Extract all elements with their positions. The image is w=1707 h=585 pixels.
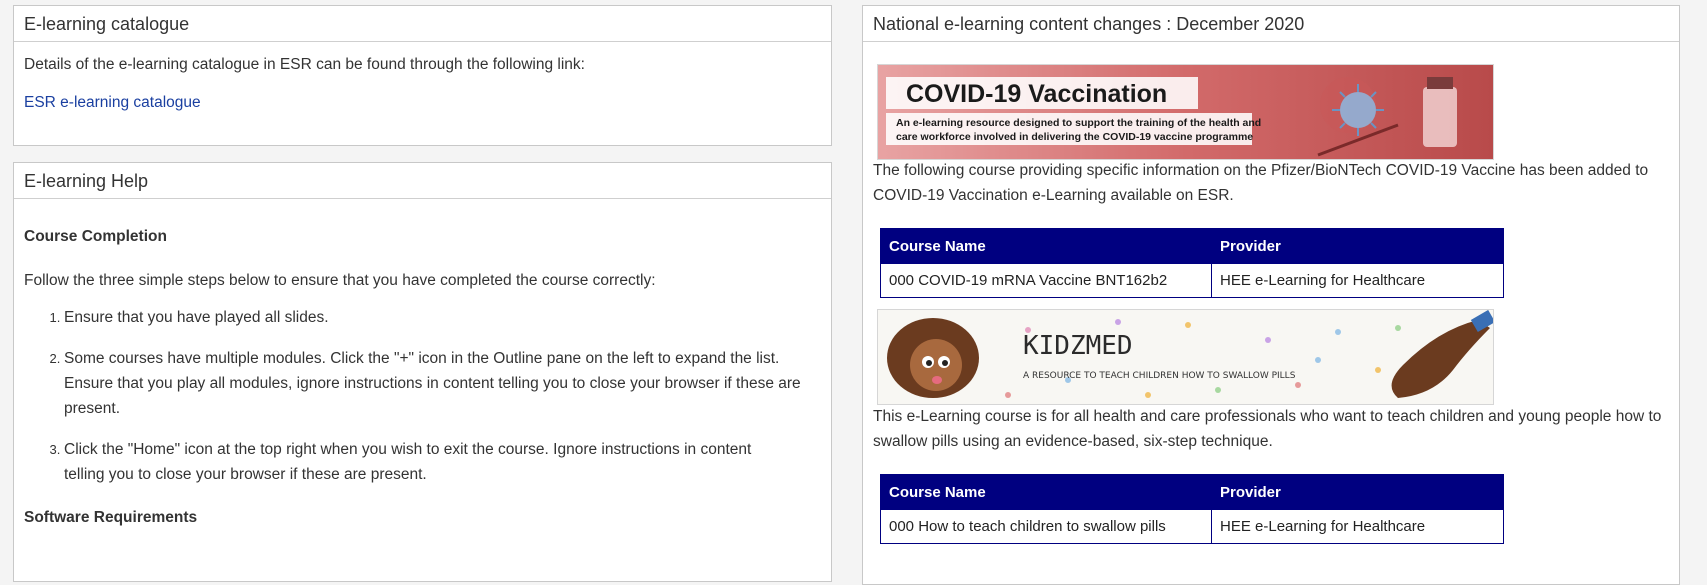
provider-cell: HEE e-Learning for Healthcare [1211, 263, 1504, 298]
course-name-header: Course Name [880, 474, 1212, 510]
software-requirements-heading: Software Requirements [24, 509, 198, 526]
esr-catalogue-link[interactable]: ESR e-learning catalogue [24, 94, 201, 111]
course-name-cell: 000 How to teach children to swallow pil… [880, 509, 1212, 544]
content-changes-panel: National e-learning content changes : De… [862, 5, 1680, 585]
catalogue-panel: E-learning catalogue Details of the e-le… [13, 5, 832, 146]
course-name-cell: 000 COVID-19 mRNA Vaccine BNT162b2 [880, 263, 1212, 298]
covid-course-paragraph: The following course providing specific … [873, 162, 1649, 204]
help-panel: E-learning Help Course Completion Follow… [13, 162, 832, 582]
kidzmed-banner-heading: KIDZMED [1023, 331, 1133, 361]
child-character-icon [887, 318, 979, 398]
catalogue-description: Details of the e-learning catalogue in E… [24, 56, 585, 73]
covid-banner-heading: COVID-19 Vaccination [906, 80, 1167, 108]
kidzmed-course-table: Course Name Provider 000 How to teach ch… [880, 474, 1504, 544]
table-header-row: Course Name Provider [880, 228, 1504, 264]
covid-banner-subtitle-2: care workforce involved in delivering th… [896, 131, 1253, 143]
kidzmed-banner-graphic: KIDZMED A RESOURCE TO TEACH CHILDREN HOW… [878, 310, 1493, 404]
covid-vaccination-banner: COVID-19 Vaccination An e-learning resou… [877, 64, 1494, 160]
provider-cell: HEE e-Learning for Healthcare [1211, 509, 1504, 544]
kidzmed-banner: KIDZMED A RESOURCE TO TEACH CHILDREN HOW… [877, 309, 1494, 405]
covid-banner-subtitle-1: An e-learning resource designed to suppo… [896, 117, 1261, 129]
covid-course-table: Course Name Provider 000 COVID-19 mRNA V… [880, 228, 1504, 298]
step-item: Some courses have multiple modules. Clic… [64, 346, 821, 421]
catalogue-title: E-learning catalogue [14, 6, 831, 42]
step-item: Click the "Home" icon at the top right w… [64, 437, 821, 487]
provider-header: Provider [1211, 228, 1504, 264]
step-item: Ensure that you have played all slides. [64, 305, 821, 330]
table-row: 000 COVID-19 mRNA Vaccine BNT162b2 HEE e… [880, 263, 1504, 298]
kidzmed-banner-subtitle: A RESOURCE TO TEACH CHILDREN HOW TO SWAL… [1023, 371, 1296, 381]
help-title: E-learning Help [14, 163, 831, 199]
kidzmed-course-paragraph: This e-Learning course is for all health… [873, 408, 1662, 450]
course-name-header: Course Name [880, 228, 1212, 264]
course-completion-heading: Course Completion [24, 228, 167, 245]
provider-header: Provider [1211, 474, 1504, 510]
completion-intro: Follow the three simple steps below to e… [24, 272, 656, 289]
completion-steps: Ensure that you have played all slides. … [24, 305, 821, 487]
table-row: 000 How to teach children to swallow pil… [880, 509, 1504, 544]
changes-title: National e-learning content changes : De… [863, 6, 1679, 42]
table-header-row: Course Name Provider [880, 474, 1504, 510]
covid-banner-graphic: COVID-19 Vaccination An e-learning resou… [878, 65, 1493, 159]
vaccine-vial-icon [1423, 77, 1457, 147]
